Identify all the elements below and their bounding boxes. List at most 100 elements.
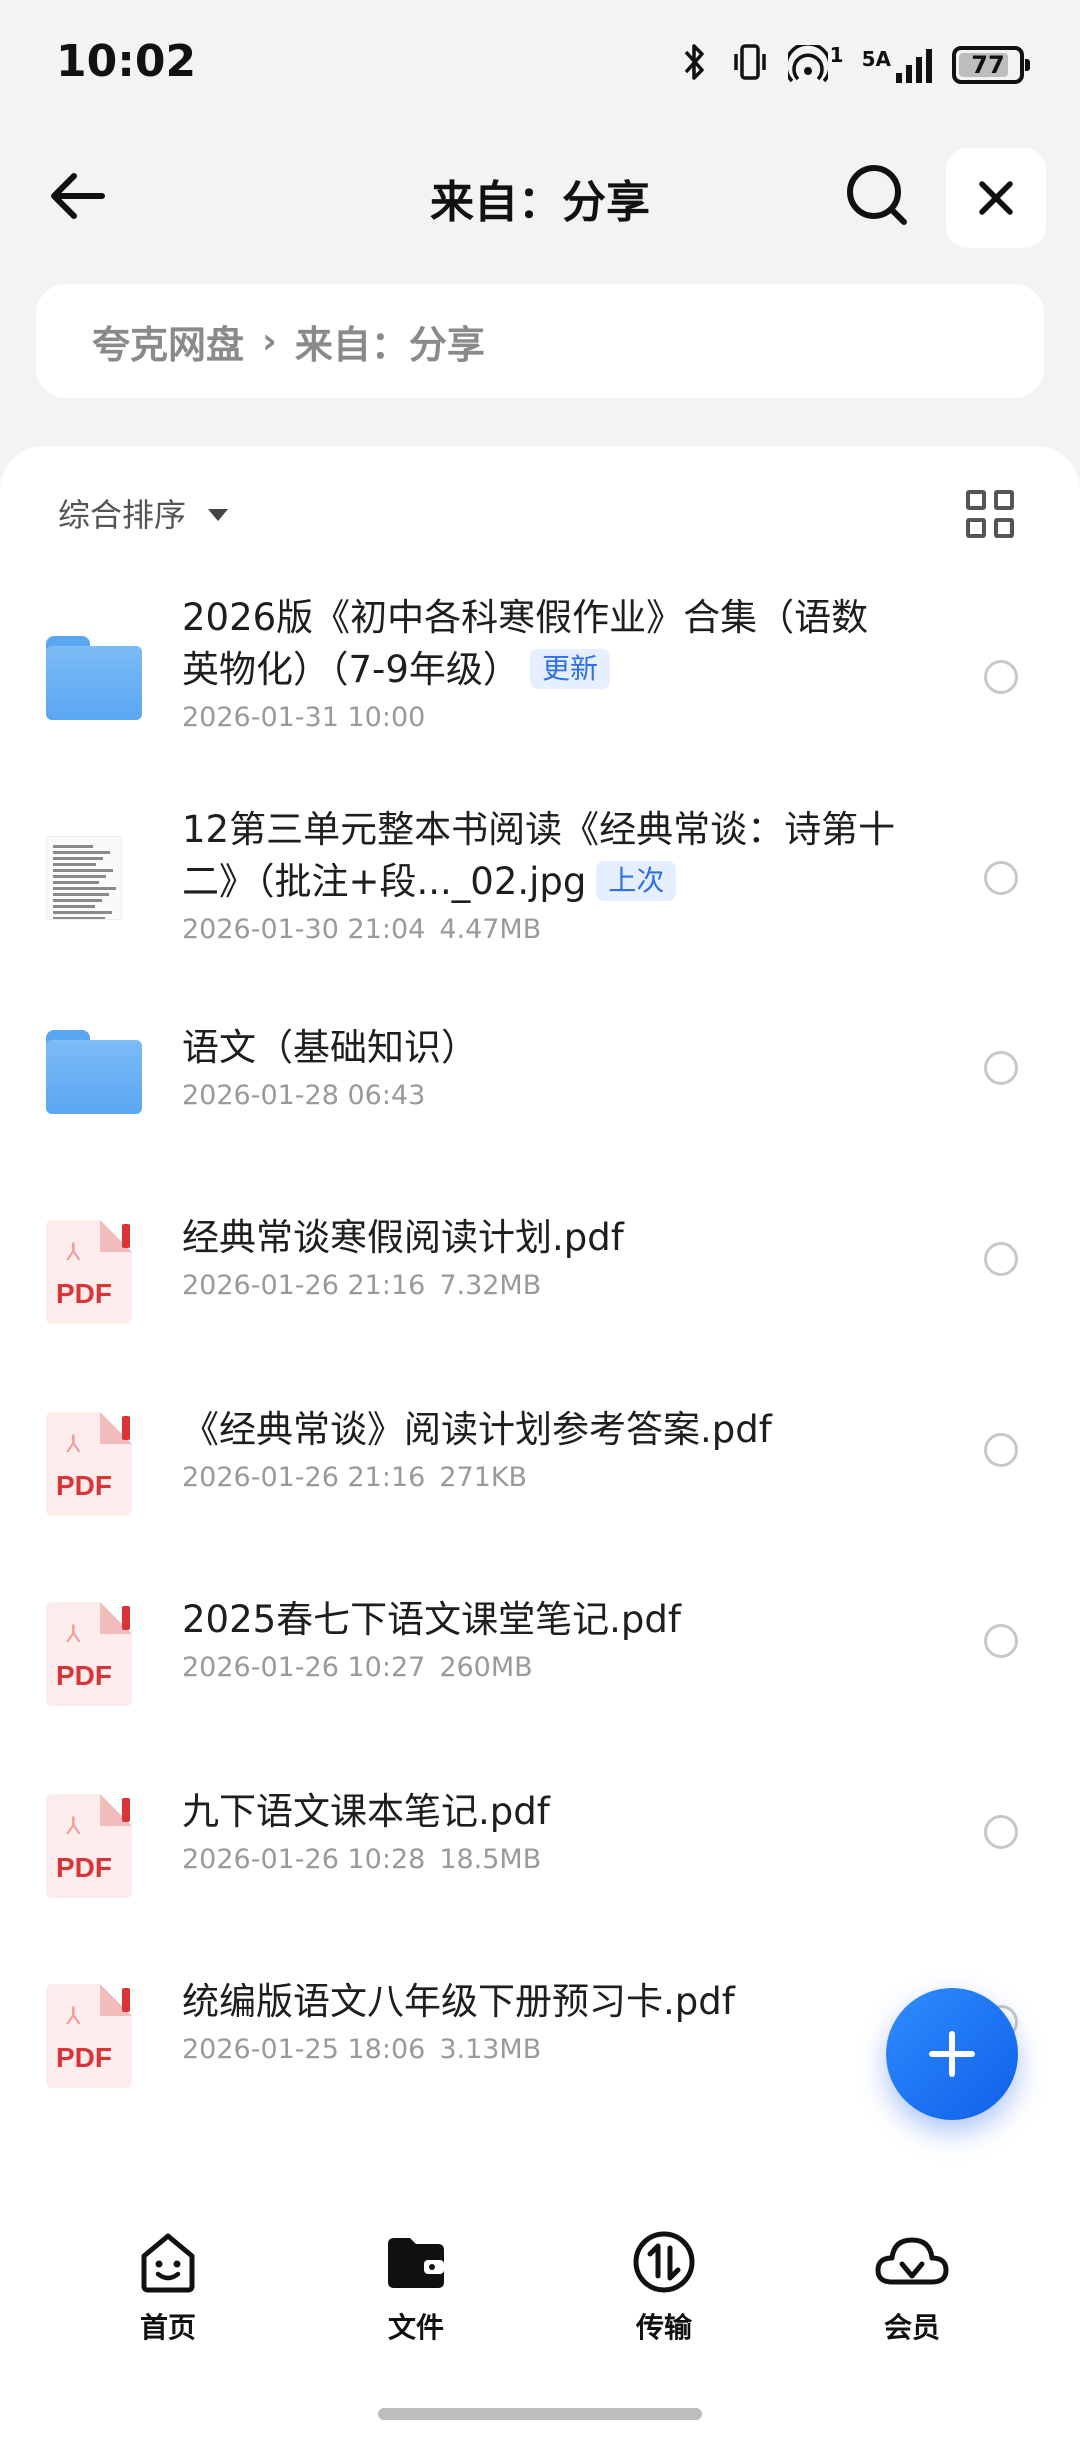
file-row[interactable]: 语文（基础知识） 2026-01-28 06:43	[0, 978, 1080, 1168]
home-smiley-icon	[141, 2233, 195, 2293]
bluetooth-icon	[678, 42, 712, 88]
select-radio[interactable]	[984, 1051, 1018, 1085]
back-button[interactable]	[40, 158, 116, 234]
file-name: 12第三单元整本书阅读《经典常谈：诗第十二》（批注+段..._02.jpg 上次	[182, 804, 900, 908]
pdf-badge: PDF	[56, 1278, 112, 1309]
nav-label-home: 首页	[139, 2311, 196, 2344]
nav-item-vip[interactable]: 会员	[832, 2226, 992, 2346]
file-meta: 2026-01-28 06:43	[182, 1080, 900, 1111]
nav-label-vip: 会员	[883, 2311, 940, 2344]
pdf-file-icon: ⅄ PDF	[46, 1984, 132, 2088]
battery-indicator: 77	[952, 46, 1030, 84]
file-name-text: 经典常谈寒假阅读计划.pdf	[182, 1216, 624, 1259]
image-thumbnail	[46, 836, 122, 920]
file-date: 2026-01-31 10:00	[182, 702, 426, 733]
file-name-text: 2025春七下语文课堂笔记.pdf	[182, 1598, 681, 1641]
pdf-badge: PDF	[56, 1852, 112, 1883]
select-radio[interactable]	[984, 1815, 1018, 1849]
nav-item-home[interactable]: 首页	[88, 2226, 248, 2346]
sort-dropdown[interactable]: 综合排序	[58, 490, 229, 536]
file-name: 《经典常谈》阅读计划参考答案.pdf	[182, 1404, 900, 1456]
pdf-file-icon: ⅄ PDF	[46, 1794, 132, 1898]
breadcrumb: 夸克网盘 › 来自：分享	[36, 284, 1044, 398]
file-size: 18.5MB	[439, 1844, 542, 1875]
file-name-text: 九下语文课本笔记.pdf	[182, 1790, 550, 1833]
file-meta: 2026-01-30 21:04 4.47MB	[182, 914, 900, 945]
home-indicator[interactable]	[378, 2408, 702, 2420]
file-meta: 2026-01-31 10:00	[182, 702, 900, 733]
bottom-nav: 首页 文件 传输 会员	[0, 2196, 1080, 2438]
file-name-text: 统编版语文八年级下册预习卡.pdf	[182, 1980, 735, 2023]
file-info: 12第三单元整本书阅读《经典常谈：诗第十二》（批注+段..._02.jpg 上次 2…	[182, 804, 900, 945]
pdf-badge: PDF	[56, 1470, 112, 1501]
search-icon	[847, 165, 907, 225]
file-panel: 综合排序 2026版《初中各科寒假作业》合集（语数英物化）（7-9年级） 更新 20…	[0, 446, 1080, 2206]
sort-bar: 综合排序	[0, 446, 1080, 576]
select-radio[interactable]	[984, 660, 1018, 694]
file-name: 2026版《初中各科寒假作业》合集（语数英物化）（7-9年级） 更新	[182, 592, 900, 696]
select-radio[interactable]	[984, 861, 1018, 895]
select-radio[interactable]	[984, 1433, 1018, 1467]
select-radio[interactable]	[984, 1242, 1018, 1276]
select-radio[interactable]	[984, 1624, 1018, 1658]
close-icon	[979, 181, 1013, 215]
nav-item-files[interactable]: 文件	[336, 2226, 496, 2346]
file-row[interactable]: 12第三单元整本书阅读《经典常谈：诗第十二》（批注+段..._02.jpg 上次 2…	[0, 788, 1080, 978]
status-icons: 1 5A 77	[678, 42, 1030, 88]
file-meta: 2026-01-26 10:27 260MB	[182, 1652, 900, 1683]
pdf-file-icon: ⅄ PDF	[46, 1412, 132, 1516]
file-date: 2026-01-26 21:16	[182, 1270, 426, 1301]
status-badge: 更新	[529, 649, 610, 689]
add-button[interactable]	[886, 1988, 1018, 2120]
file-row[interactable]: ⅄ PDF 2025春七下语文课堂笔记.pdf 2026-01-26 10:27 260…	[0, 1550, 1080, 1742]
hotspot-icon: 1	[787, 45, 844, 85]
vibrate-icon	[730, 42, 770, 88]
file-meta: 2026-01-26 21:16 7.32MB	[182, 1270, 900, 1301]
search-button[interactable]	[840, 158, 916, 234]
breadcrumb-separator: ›	[262, 320, 277, 362]
file-meta: 2026-01-25 18:06 3.13MB	[182, 2034, 900, 2065]
nav-label-transfer: 传输	[635, 2311, 692, 2344]
file-size: 7.32MB	[439, 1270, 542, 1301]
transfer-icon	[633, 2231, 695, 2293]
file-info: 语文（基础知识） 2026-01-28 06:43	[182, 1022, 900, 1111]
folder-icon	[46, 1030, 142, 1114]
file-size: 271KB	[439, 1462, 528, 1493]
file-name: 经典常谈寒假阅读计划.pdf	[182, 1212, 900, 1264]
nav-item-transfer[interactable]: 传输	[584, 2226, 744, 2346]
network-label: 5A	[861, 47, 891, 71]
file-name-text: 12第三单元整本书阅读《经典常谈：诗第十二》（批注+段..._02.jpg	[182, 808, 896, 903]
breadcrumb-root[interactable]: 夸克网盘	[92, 314, 244, 369]
close-button[interactable]	[946, 148, 1046, 248]
file-row[interactable]: ⅄ PDF 《经典常谈》阅读计划参考答案.pdf 2026-01-26 21:16 27…	[0, 1360, 1080, 1550]
file-name-text: 《经典常谈》阅读计划参考答案.pdf	[182, 1408, 772, 1451]
5g-signal-icon: 5A	[862, 47, 934, 83]
breadcrumb-current: 来自：分享	[294, 322, 485, 367]
file-info: 统编版语文八年级下册预习卡.pdf 2026-01-25 18:06 3.13MB	[182, 1976, 900, 2065]
file-size: 260MB	[439, 1652, 533, 1683]
back-arrow-icon	[51, 173, 105, 219]
file-info: 经典常谈寒假阅读计划.pdf 2026-01-26 21:16 7.32MB	[182, 1212, 900, 1301]
file-name-text: 语文（基础知识）	[182, 1026, 478, 1069]
file-list: 2026版《初中各科寒假作业》合集（语数英物化）（7-9年级） 更新 2026-01…	[0, 576, 1080, 2122]
file-size: 3.13MB	[439, 2034, 542, 2065]
file-meta: 2026-01-26 10:28 18.5MB	[182, 1844, 900, 1875]
status-badge: 上次	[596, 861, 677, 901]
file-size: 4.47MB	[439, 914, 542, 945]
folder-wallet-icon	[388, 2238, 444, 2288]
page-title: 来自：分享	[430, 177, 650, 228]
grid-view-button[interactable]	[966, 490, 1014, 538]
file-row[interactable]: ⅄ PDF 经典常谈寒假阅读计划.pdf 2026-01-26 21:16 7.32MB	[0, 1168, 1080, 1360]
file-row[interactable]: ⅄ PDF 九下语文课本笔记.pdf 2026-01-26 10:28 18.5MB	[0, 1742, 1080, 1932]
file-name: 统编版语文八年级下册预习卡.pdf	[182, 1976, 900, 2028]
file-date: 2026-01-26 10:27	[182, 1652, 426, 1683]
file-info: 九下语文课本笔记.pdf 2026-01-26 10:28 18.5MB	[182, 1786, 900, 1875]
file-info: 2025春七下语文课堂笔记.pdf 2026-01-26 10:27 260MB	[182, 1594, 900, 1683]
file-date: 2026-01-26 21:16	[182, 1462, 426, 1493]
file-date: 2026-01-26 10:28	[182, 1844, 426, 1875]
folder-icon	[46, 636, 142, 720]
file-row[interactable]: 2026版《初中各科寒假作业》合集（语数英物化）（7-9年级） 更新 2026-01…	[0, 576, 1080, 788]
status-time: 10:02	[56, 36, 197, 87]
nav-label-files: 文件	[387, 2311, 444, 2344]
file-date: 2026-01-28 06:43	[182, 1080, 426, 1111]
